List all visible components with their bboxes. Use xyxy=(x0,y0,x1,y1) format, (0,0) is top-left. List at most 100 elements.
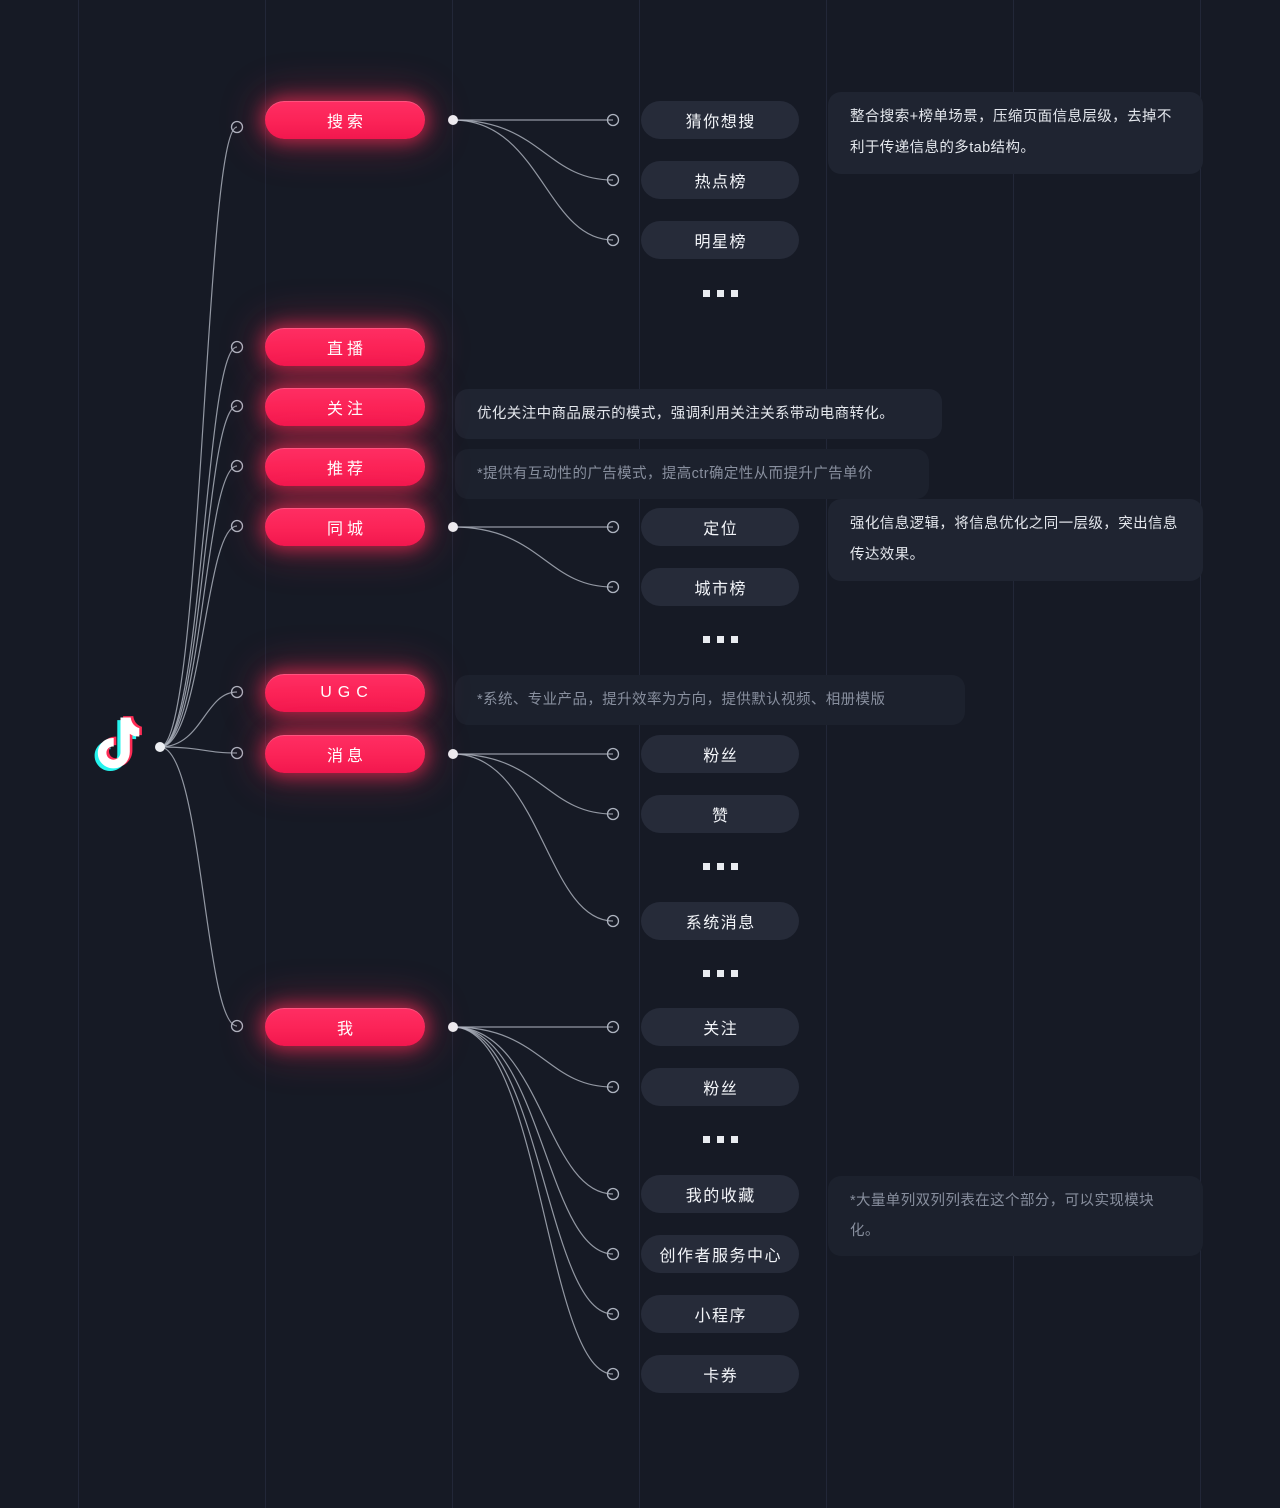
root-edge-search xyxy=(159,126,238,748)
node-sub-nearby-0[interactable]: 定位 xyxy=(641,508,799,546)
root-edge-ugc xyxy=(159,691,238,748)
port-me-0 xyxy=(606,1020,620,1034)
ellipsis-dot xyxy=(730,969,738,977)
node-sub-me-2[interactable]: 我的收藏 xyxy=(641,1175,799,1213)
root-port-ugc xyxy=(230,685,244,699)
ellipsis-messages-1 xyxy=(641,966,799,980)
node-main-recommend[interactable]: 推荐 xyxy=(265,448,425,486)
node-sub-me-5[interactable]: 卡券 xyxy=(641,1355,799,1393)
port-search-0 xyxy=(606,113,620,127)
edge-messages-1 xyxy=(452,753,614,815)
root-port-follow xyxy=(230,399,244,413)
edge-me-2 xyxy=(452,1026,614,1195)
root-edge-follow xyxy=(159,405,238,748)
edge-messages-2 xyxy=(452,753,614,922)
ellipsis-dot xyxy=(730,1135,738,1143)
node-main-me[interactable]: 我 xyxy=(265,1008,425,1046)
node-main-follow[interactable]: 关注 xyxy=(265,388,425,426)
node-main-search[interactable]: 搜索 xyxy=(265,101,425,139)
annotation-recommend: *提供有互动性的广告模式，提高ctr确定性从而提升广告单价 xyxy=(455,449,929,499)
ellipsis-nearby-0 xyxy=(641,632,799,646)
port-search-1 xyxy=(606,173,620,187)
grid-line-4 xyxy=(826,0,827,1508)
annotation-ugc: *系统、专业产品，提升效率为方向，提供默认视频、相册模版 xyxy=(455,675,965,725)
grid-line-2 xyxy=(452,0,453,1508)
node-sub-search-2[interactable]: 明星榜 xyxy=(641,221,799,259)
root-port-messages xyxy=(230,746,244,760)
ellipsis-dot xyxy=(716,969,724,977)
annotation-me: *大量单列双列列表在这个部分，可以实现模块化。 xyxy=(828,1176,1203,1256)
port-nearby-0 xyxy=(606,520,620,534)
root-port-recommend xyxy=(230,459,244,473)
root-edge-me xyxy=(159,746,238,1027)
edge-me-1 xyxy=(452,1026,614,1088)
port-me-1 xyxy=(606,1080,620,1094)
root-port-search xyxy=(230,120,244,134)
root-port-me xyxy=(230,1019,244,1033)
port-me-5 xyxy=(606,1367,620,1381)
node-sub-messages-0[interactable]: 粉丝 xyxy=(641,735,799,773)
ellipsis-me-0 xyxy=(641,1132,799,1146)
ellipsis-dot xyxy=(730,862,738,870)
node-main-nearby[interactable]: 同城 xyxy=(265,508,425,546)
root-port-nearby xyxy=(230,519,244,533)
ellipsis-dot xyxy=(730,289,738,297)
root-edge-live xyxy=(159,346,238,748)
grid-line-5 xyxy=(1013,0,1014,1508)
ellipsis-dot xyxy=(702,862,710,870)
hub-dot-search xyxy=(448,115,458,125)
node-main-ugc[interactable]: UGC xyxy=(265,674,425,712)
ellipsis-dot xyxy=(716,862,724,870)
port-nearby-1 xyxy=(606,580,620,594)
mindmap-canvas: 搜索 猜你想搜热点榜明星榜 整合搜索+榜单场景，压缩页面信息层级，去掉不利于传递信息… xyxy=(0,0,1280,1508)
annotation-search: 整合搜索+榜单场景，压缩页面信息层级，去掉不利于传递信息的多tab结构。 xyxy=(828,92,1203,174)
edge-me-5 xyxy=(452,1026,614,1375)
grid-line-0 xyxy=(78,0,79,1508)
ellipsis-dot xyxy=(702,635,710,643)
node-sub-me-0[interactable]: 关注 xyxy=(641,1008,799,1046)
edge-me-3 xyxy=(452,1026,614,1255)
node-sub-me-4[interactable]: 小程序 xyxy=(641,1295,799,1333)
root-port-live xyxy=(230,340,244,354)
port-messages-2 xyxy=(606,914,620,928)
node-sub-messages-1[interactable]: 赞 xyxy=(641,795,799,833)
hub-dot-nearby xyxy=(448,522,458,532)
ellipsis-dot xyxy=(716,1135,724,1143)
node-sub-nearby-1[interactable]: 城市榜 xyxy=(641,568,799,606)
port-messages-0 xyxy=(606,747,620,761)
node-main-messages[interactable]: 消息 xyxy=(265,735,425,773)
root-edge-nearby xyxy=(159,525,238,748)
hub-dot-messages xyxy=(448,749,458,759)
grid-line-3 xyxy=(639,0,640,1508)
annotation-follow: 优化关注中商品展示的模式，强调利用关注关系带动电商转化。 xyxy=(455,389,942,439)
node-sub-search-1[interactable]: 热点榜 xyxy=(641,161,799,199)
annotation-nearby: 强化信息逻辑，将信息优化之同一层级，突出信息传达效果。 xyxy=(828,499,1203,581)
node-sub-messages-2[interactable]: 系统消息 xyxy=(641,902,799,940)
edge-nearby-1 xyxy=(452,526,614,588)
grid-line-6 xyxy=(1200,0,1201,1508)
ellipsis-dot xyxy=(702,289,710,297)
ellipsis-search-0 xyxy=(641,286,799,300)
root-edge-recommend xyxy=(159,465,238,748)
tiktok-logo-icon xyxy=(82,712,150,780)
ellipsis-dot xyxy=(716,635,724,643)
ellipsis-dot xyxy=(716,289,724,297)
port-messages-1 xyxy=(606,807,620,821)
ellipsis-dot xyxy=(702,969,710,977)
ellipsis-dot xyxy=(730,635,738,643)
root-edge-messages xyxy=(159,746,238,754)
node-main-live[interactable]: 直播 xyxy=(265,328,425,366)
node-sub-me-3[interactable]: 创作者服务中心 xyxy=(641,1235,799,1273)
root-hub-dot xyxy=(155,742,165,752)
connector-layer xyxy=(155,113,620,1381)
ellipsis-messages-0 xyxy=(641,859,799,873)
node-sub-me-1[interactable]: 粉丝 xyxy=(641,1068,799,1106)
port-me-3 xyxy=(606,1247,620,1261)
port-search-2 xyxy=(606,233,620,247)
ellipsis-dot xyxy=(702,1135,710,1143)
node-sub-search-0[interactable]: 猜你想搜 xyxy=(641,101,799,139)
port-me-4 xyxy=(606,1307,620,1321)
edge-me-4 xyxy=(452,1026,614,1315)
hub-dot-me xyxy=(448,1022,458,1032)
port-me-2 xyxy=(606,1187,620,1201)
